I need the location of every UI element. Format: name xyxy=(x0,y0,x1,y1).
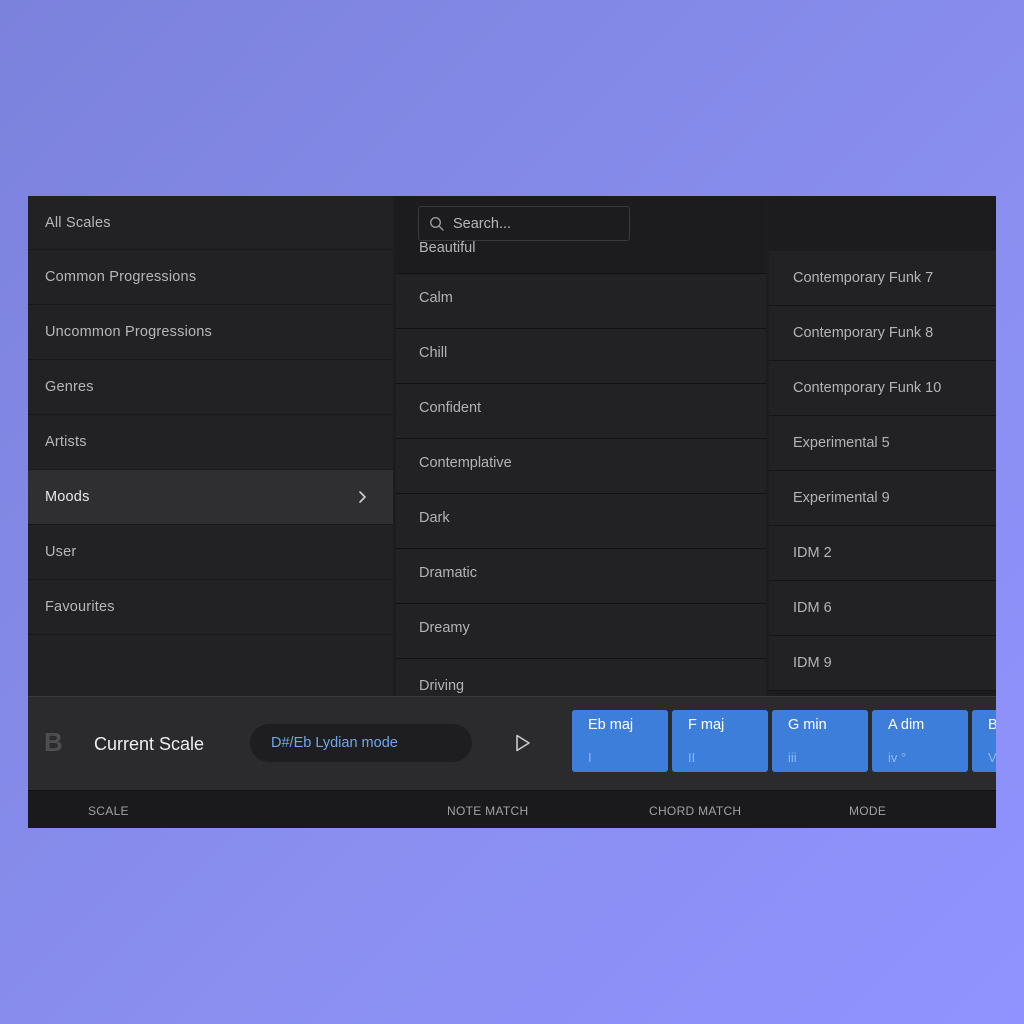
category-item-all-scales[interactable]: All Scales xyxy=(28,196,393,250)
category-item-genres[interactable]: Genres xyxy=(28,360,393,415)
category-item-user[interactable]: User xyxy=(28,525,393,580)
category-label: Uncommon Progressions xyxy=(45,324,212,340)
category-item-favourites[interactable]: Favourites xyxy=(28,580,393,635)
chord-button[interactable]: A dim iv ° xyxy=(872,710,968,772)
chord-name: F maj xyxy=(688,717,725,733)
progression-item[interactable]: Contemporary Funk 10 xyxy=(769,361,996,416)
search-field[interactable] xyxy=(418,206,630,241)
search-input[interactable] xyxy=(453,215,623,232)
category-item-artists[interactable]: Artists xyxy=(28,415,393,470)
category-label: Artists xyxy=(45,434,87,450)
current-scale-title: Current Scale xyxy=(94,734,205,754)
category-label: All Scales xyxy=(45,214,111,231)
play-icon[interactable] xyxy=(511,732,533,754)
progression-item[interactable]: Experimental 9 xyxy=(769,471,996,526)
chord-degree: II xyxy=(688,750,696,765)
mood-item-calm[interactable]: Calm xyxy=(396,274,766,329)
column-header-scale[interactable]: SCALE xyxy=(88,804,129,818)
chord-degree: iv ° xyxy=(888,750,907,765)
category-label: User xyxy=(45,544,77,560)
mood-item-dramatic[interactable]: Dramatic xyxy=(396,549,766,604)
progression-column: Contemporary Funk 7 Contemporary Funk 8 … xyxy=(769,196,996,696)
chord-name: G min xyxy=(788,717,827,733)
chord-button[interactable]: Eb maj I xyxy=(572,710,668,772)
mood-item-contemplative[interactable]: Contemplative xyxy=(396,439,766,494)
mood-item-driving[interactable]: Driving xyxy=(396,659,766,699)
selected-scale-label: D#/Eb Lydian mode xyxy=(271,735,398,751)
mood-item-dreamy[interactable]: Dreamy xyxy=(396,604,766,659)
category-list: All Scales Common Progressions Uncommon … xyxy=(28,196,393,696)
chord-button[interactable]: B V xyxy=(972,710,996,772)
progression-item[interactable]: Experimental 5 xyxy=(769,416,996,471)
chevron-right-icon xyxy=(359,491,366,503)
category-label: Favourites xyxy=(45,599,115,615)
progression-item[interactable]: Contemporary Funk 7 xyxy=(769,251,996,306)
mood-list: Beautiful Calm Chill Confident Contempla… xyxy=(396,219,766,699)
progression-list: Contemporary Funk 7 Contemporary Funk 8 … xyxy=(769,251,996,691)
scale-selector[interactable]: D#/Eb Lydian mode xyxy=(250,724,472,762)
scale-browser-window: All Scales Common Progressions Uncommon … xyxy=(28,196,996,828)
chord-name: A dim xyxy=(888,717,925,733)
mood-item-confident[interactable]: Confident xyxy=(396,384,766,439)
category-label: Common Progressions xyxy=(45,269,197,285)
column-header-mode[interactable]: MODE xyxy=(849,804,886,818)
mood-column: Beautiful Calm Chill Confident Contempla… xyxy=(396,196,766,699)
category-label: Moods xyxy=(45,489,90,505)
category-item-common-progressions[interactable]: Common Progressions xyxy=(28,250,393,305)
chord-degree: I xyxy=(588,750,592,765)
chord-button[interactable]: F maj II xyxy=(672,710,768,772)
column-header-note-match[interactable]: NOTE MATCH xyxy=(447,804,528,818)
column-header-chord-match[interactable]: CHORD MATCH xyxy=(649,804,741,818)
mood-item-chill[interactable]: Chill xyxy=(396,329,766,384)
search-icon xyxy=(429,216,444,231)
progression-item[interactable]: IDM 9 xyxy=(769,636,996,691)
category-label: Genres xyxy=(45,379,94,395)
category-item-moods[interactable]: Moods xyxy=(28,470,393,525)
chord-name: Eb maj xyxy=(588,717,634,733)
results-table-header: SCALE NOTE MATCH CHORD MATCH MODE xyxy=(28,790,996,828)
scale-slot-letter: B xyxy=(44,727,63,757)
chord-strip: Eb maj I F maj II G min iii A dim iv ° B… xyxy=(572,710,996,772)
category-item-uncommon-progressions[interactable]: Uncommon Progressions xyxy=(28,305,393,360)
progression-item[interactable]: Contemporary Funk 8 xyxy=(769,306,996,361)
mood-item-dark[interactable]: Dark xyxy=(396,494,766,549)
chord-button[interactable]: G min iii xyxy=(772,710,868,772)
chord-degree: V xyxy=(988,750,996,765)
progression-item[interactable]: IDM 2 xyxy=(769,526,996,581)
current-scale-bar: B Current Scale D#/Eb Lydian mode Eb maj… xyxy=(28,696,996,790)
progression-item[interactable]: IDM 6 xyxy=(769,581,996,636)
chord-name: B xyxy=(988,717,996,733)
chord-degree: iii xyxy=(788,750,797,765)
